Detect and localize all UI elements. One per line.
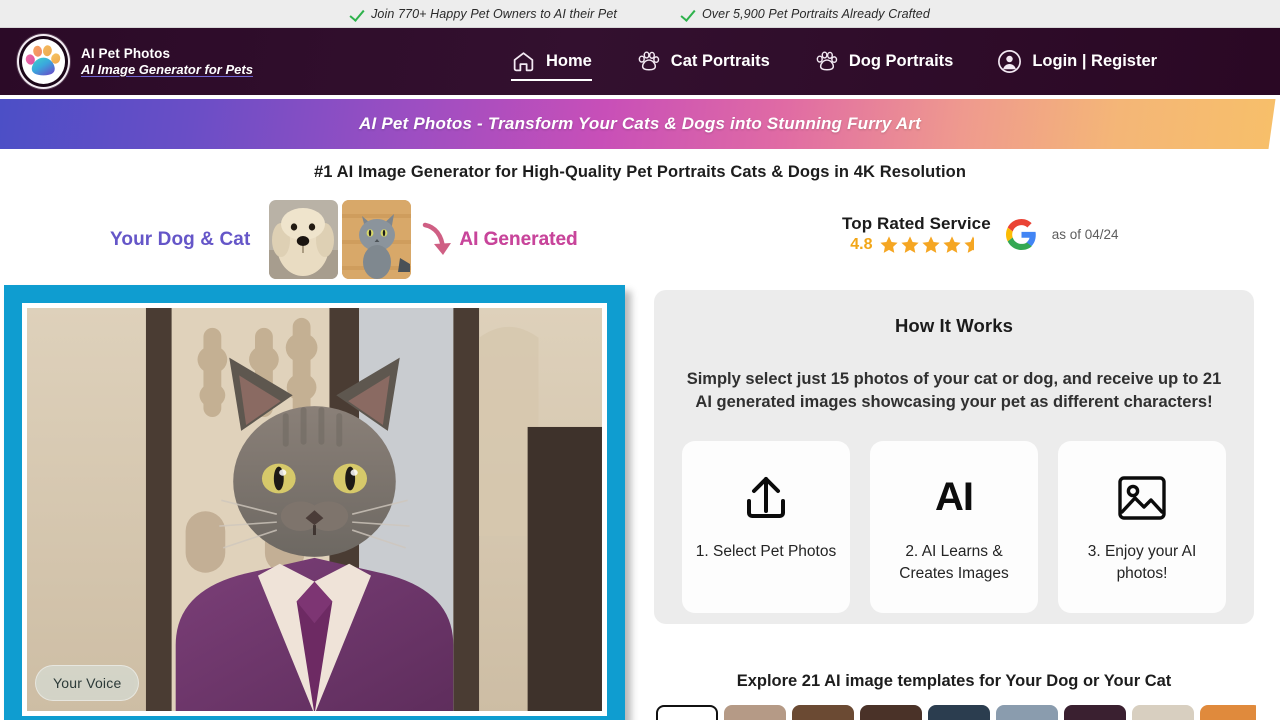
star-icon: [942, 236, 961, 253]
paw-logo-icon: [17, 34, 70, 89]
template-thumbnail-2[interactable]: [792, 705, 854, 720]
star-icon: [900, 236, 919, 253]
main-navigation: Home Cat Portraits Dog Portraits Login |…: [489, 28, 1179, 95]
hero-label-your-pets: Your Dog & Cat: [110, 228, 251, 250]
rating-as-of: as of 04/24: [1051, 227, 1119, 242]
promo-banner-text: AI Pet Photos - Transform Your Cats & Do…: [359, 114, 921, 133]
brand-text: AI Pet Photos AI Image Generator for Pet…: [81, 46, 253, 77]
how-it-works-panel: How It Works Simply select just 15 photo…: [654, 290, 1254, 624]
template-thumbnail-5[interactable]: [996, 705, 1058, 720]
nav-item-home[interactable]: Home: [489, 28, 614, 95]
dog-thumbnail-image: [269, 200, 339, 279]
brand-subtitle: AI Image Generator for Pets: [81, 61, 253, 77]
page-headline: #1 AI Image Generator for High-Quality P…: [313, 163, 967, 181]
site-header: AI Pet Photos AI Image Generator for Pet…: [0, 28, 1280, 95]
template-thumbnail-4[interactable]: [928, 705, 990, 720]
rating-column: Top Rated Service 4.8: [842, 214, 991, 255]
ai-glyph: AI: [935, 475, 974, 520]
user-circle-icon: [998, 50, 1022, 73]
announcement-item-1: Join 770+ Happy Pet Owners to AI their P…: [350, 7, 617, 21]
page-root: Join 770+ Happy Pet Owners to AI their P…: [0, 0, 1280, 720]
brand-title: AI Pet Photos: [81, 45, 171, 61]
check-icon: [350, 7, 364, 21]
template-thumbnail-row[interactable]: [656, 705, 1256, 720]
upload-icon-glyph: [747, 476, 785, 518]
star-icon: [921, 236, 940, 253]
promo-banner: AI Pet Photos - Transform Your Cats & Do…: [0, 99, 1280, 151]
star-half-icon: [963, 236, 982, 253]
step-label-2: 2. AI Learns & Creates Images: [899, 542, 1009, 582]
rating-line: 4.8: [850, 235, 982, 255]
template-thumbnail-7[interactable]: [1132, 705, 1194, 720]
nav-item-dog-portraits[interactable]: Dog Portraits: [792, 28, 976, 95]
check-icon: [681, 7, 695, 21]
step-card-select-pet-photos[interactable]: 1. Select Pet Photos: [682, 440, 850, 613]
star-rating: [879, 235, 983, 255]
nav-label-cat-portraits: Cat Portraits: [670, 52, 770, 70]
rating-block: Top Rated Service 4.8 as of 04/24: [842, 214, 1119, 255]
template-thumbnail-1[interactable]: [724, 705, 786, 720]
image-icon-glyph: [1118, 476, 1166, 520]
template-thumbnail-6[interactable]: [1064, 705, 1126, 720]
announcement-text-1: Join 770+ Happy Pet Owners to AI their P…: [371, 6, 617, 21]
dog-thumbnail: [269, 200, 339, 279]
paw-icon: [638, 51, 660, 71]
step-label-3: 3. Enjoy your AI photos!: [1087, 542, 1197, 582]
step-label-1: 1. Select Pet Photos: [695, 542, 837, 560]
announcement-bar: Join 770+ Happy Pet Owners to AI their P…: [0, 0, 1280, 28]
step-card-enjoy-photos[interactable]: 3. Enjoy your AI photos!: [1058, 440, 1226, 613]
nav-label-login-register: Login | Register: [1032, 52, 1158, 70]
nav-label-dog-portraits: Dog Portraits: [848, 52, 954, 70]
ai-text-icon: AI: [935, 467, 974, 529]
upload-icon: [737, 467, 795, 529]
cat-thumbnail-image: [342, 200, 412, 279]
explore-templates-title: Explore 21 AI image templates for Your D…: [736, 672, 1172, 690]
hero-comparison-row: Your Dog & Cat AI Generated: [110, 200, 578, 279]
star-icon: [879, 236, 898, 253]
template-thumbnail-8[interactable]: [1200, 705, 1256, 720]
template-thumbnail-0[interactable]: [656, 705, 718, 720]
step-card-ai-learns[interactable]: AI 2. AI Learns & Creates Images: [870, 440, 1038, 613]
hero-thumbnails: [269, 200, 412, 279]
rating-score: 4.8: [850, 236, 873, 253]
template-thumbnail-3[interactable]: [860, 705, 922, 720]
paw-icon: [816, 51, 838, 71]
how-it-works-steps: 1. Select Pet Photos AI 2. AI Learns & C…: [676, 440, 1232, 613]
nav-label-home: Home: [545, 52, 592, 70]
rating-title: Top Rated Service: [842, 214, 991, 233]
paw-logo-glyph: [22, 39, 65, 84]
google-icon: [1005, 219, 1036, 250]
curved-arrow-icon: [423, 222, 452, 255]
main-pet-portrait-image: [27, 308, 602, 711]
announcement-text-2: Over 5,900 Pet Portraits Already Crafted: [701, 6, 930, 21]
announcement-item-2: Over 5,900 Pet Portraits Already Crafted: [681, 7, 930, 21]
image-icon: [1114, 467, 1170, 529]
home-icon: [513, 52, 534, 72]
your-voice-widget[interactable]: Your Voice: [35, 665, 140, 701]
main-pet-portrait-frame: Your Voice: [22, 303, 607, 716]
hero-label-ai-generated: AI Generated: [459, 228, 578, 250]
main-pet-portrait[interactable]: Your Voice: [4, 285, 625, 720]
nav-item-cat-portraits[interactable]: Cat Portraits: [614, 28, 792, 95]
how-it-works-description: Simply select just 15 photos of your cat…: [686, 370, 1222, 412]
how-it-works-title: How It Works: [894, 315, 1014, 336]
cat-thumbnail: [342, 200, 412, 279]
nav-item-login-register[interactable]: Login | Register: [975, 28, 1179, 95]
brand-logo-link[interactable]: AI Pet Photos AI Image Generator for Pet…: [0, 34, 253, 89]
